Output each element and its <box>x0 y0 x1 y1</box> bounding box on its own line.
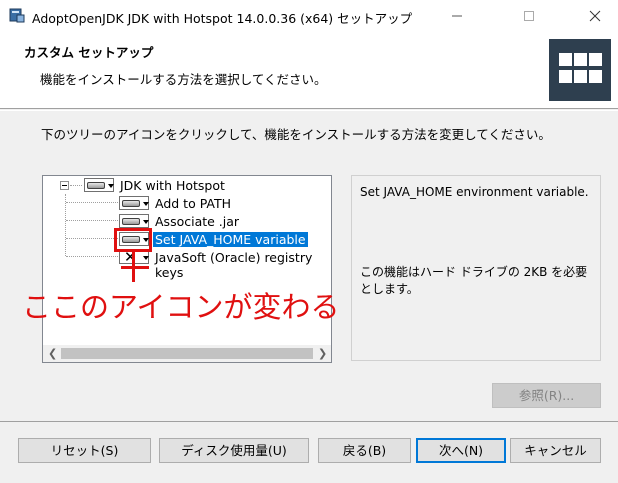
drive-icon <box>122 200 140 207</box>
dropdown-arrow-icon <box>143 202 149 206</box>
feature-description: Set JAVA_HOME environment variable. <box>360 185 589 199</box>
feature-tree[interactable]: JDK with Hotspot Add to PATH Associate .… <box>42 175 332 363</box>
disk-usage-button[interactable]: ディスク使用量(U) <box>159 438 309 463</box>
tree-item-add-to-path[interactable]: Add to PATH <box>153 196 233 211</box>
page-subtitle: 機能をインストールする方法を選択してください。 <box>40 72 327 87</box>
back-button[interactable]: 戻る(B) <box>318 438 411 463</box>
divider <box>0 110 618 111</box>
scroll-right-icon[interactable]: ❯ <box>318 347 327 360</box>
tree-item-jdk[interactable]: JDK with Hotspot <box>118 178 227 193</box>
drive-icon <box>87 182 105 189</box>
tree-line <box>65 194 66 256</box>
collapse-toggle[interactable] <box>60 181 69 190</box>
page-title: カスタム セットアップ <box>24 45 154 60</box>
feature-size-text: この機能はハード ドライブの 2KB を必要とします。 <box>360 265 588 296</box>
annotation-text: ここのアイコンが変わる <box>22 290 340 324</box>
scrollbar-thumb[interactable] <box>61 348 313 359</box>
scroll-left-icon[interactable]: ❮ <box>48 347 57 360</box>
title-bar: AdoptOpenJDK JDK with Hotspot 14.0.0.36 … <box>0 0 618 31</box>
tree-line <box>66 220 118 221</box>
instruction-text: 下のツリーのアイコンをクリックして、機能をインストールする方法を変更してください… <box>41 127 551 142</box>
next-button[interactable]: 次へ(N) <box>416 438 506 463</box>
tree-line <box>66 238 118 239</box>
dropdown-arrow-icon <box>143 220 149 224</box>
installer-icon <box>9 8 25 23</box>
tree-line <box>66 202 118 203</box>
feature-description-panel: Set JAVA_HOME environment variable. この機能… <box>351 175 601 361</box>
annotation-arrow-bar <box>121 266 149 269</box>
feature-state-dropdown[interactable] <box>119 214 149 228</box>
cancel-button[interactable]: キャンセル <box>510 438 601 463</box>
tree-item-javasoft-registry[interactable]: JavaSoft (Oracle) registry keys <box>153 250 331 280</box>
minimize-icon <box>452 15 462 17</box>
tree-line <box>66 256 118 257</box>
window-title: AdoptOpenJDK JDK with Hotspot 14.0.0.36 … <box>32 11 413 26</box>
feature-state-dropdown[interactable] <box>84 178 114 192</box>
drive-icon <box>122 218 140 225</box>
dropdown-arrow-icon <box>143 256 149 260</box>
minimize-button[interactable] <box>434 0 480 31</box>
tree-line <box>70 185 82 186</box>
feature-state-dropdown[interactable] <box>119 196 149 210</box>
header-banner: カスタム セットアップ 機能をインストールする方法を選択してください。 <box>0 31 618 109</box>
tree-item-associate-jar[interactable]: Associate .jar <box>153 214 241 229</box>
close-icon <box>589 10 601 22</box>
annotation-highlight-box <box>114 228 152 252</box>
horizontal-scrollbar[interactable]: ❮ ❯ <box>43 345 331 362</box>
divider <box>0 421 618 422</box>
tree-item-set-java-home[interactable]: Set JAVA_HOME variable <box>153 232 308 247</box>
dropdown-arrow-icon <box>108 184 114 188</box>
reset-button[interactable]: リセット(S) <box>18 438 151 463</box>
maximize-button[interactable] <box>506 0 552 31</box>
setup-logo-icon <box>549 39 611 101</box>
browse-button[interactable]: 参照(R)... <box>492 383 601 408</box>
maximize-icon <box>524 11 534 21</box>
close-button[interactable] <box>572 0 618 31</box>
